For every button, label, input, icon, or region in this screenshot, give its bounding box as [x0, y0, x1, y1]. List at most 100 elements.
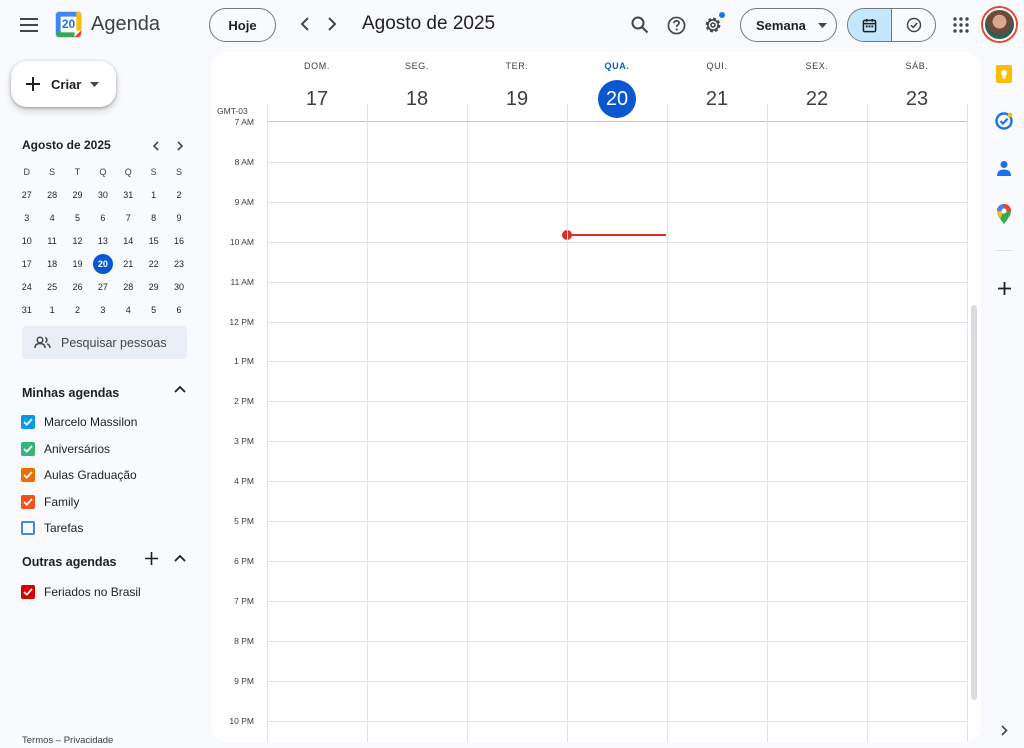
mini-calendar-day[interactable]: 19 [65, 252, 90, 275]
mini-calendar-day[interactable]: 30 [90, 183, 115, 206]
mini-calendar-day[interactable]: 23 [166, 252, 191, 275]
mini-calendar-day[interactable]: 15 [141, 229, 166, 252]
mini-calendar-day[interactable]: 5 [65, 206, 90, 229]
mini-calendar-day[interactable]: 24 [14, 275, 39, 298]
mini-calendar-day[interactable]: 6 [166, 298, 191, 321]
calendar-checkbox[interactable] [21, 521, 35, 536]
collapse-side-panel-button[interactable] [992, 718, 1016, 742]
day-number[interactable]: 19 [498, 80, 536, 118]
mini-calendar-day[interactable]: 3 [90, 298, 115, 321]
day-number[interactable]: 23 [898, 80, 936, 118]
create-button[interactable]: Criar [11, 61, 116, 107]
mini-calendar-day[interactable]: 13 [90, 229, 115, 252]
mini-calendar-day[interactable]: 4 [39, 206, 64, 229]
mini-calendar-day[interactable]: 27 [90, 275, 115, 298]
mini-calendar-next-button[interactable] [171, 137, 189, 155]
mini-calendar-day[interactable]: 6 [90, 206, 115, 229]
mini-calendar-day[interactable]: 11 [39, 229, 64, 252]
add-calendar-icon[interactable] [145, 552, 158, 565]
search-button[interactable] [624, 9, 656, 41]
previous-week-button[interactable] [291, 10, 319, 38]
today-button[interactable]: Hoje [209, 8, 276, 42]
day-column-header[interactable]: DOM. 17 [267, 52, 367, 114]
mini-calendar-day[interactable]: 7 [116, 206, 141, 229]
mini-calendar-day[interactable]: 1 [141, 183, 166, 206]
day-column-header[interactable]: SEX. 22 [767, 52, 867, 114]
mini-calendar-day-label: 12 [72, 235, 83, 246]
calendar-item[interactable]: Aniversários [21, 439, 110, 459]
mini-calendar-day[interactable]: 25 [39, 275, 64, 298]
mini-calendar-day[interactable]: 9 [166, 206, 191, 229]
tasks-view-toggle[interactable] [892, 9, 935, 41]
mini-calendar-week: 31 1 2 3 4 5 6 [14, 298, 192, 321]
account-avatar[interactable] [983, 8, 1016, 41]
day-column-header[interactable]: SEG. 18 [367, 52, 467, 114]
calendar-checkbox[interactable] [21, 494, 35, 509]
mini-calendar-day[interactable]: 20 [90, 252, 115, 275]
day-column-header[interactable]: TER. 19 [467, 52, 567, 114]
mini-calendar-day[interactable]: 31 [14, 298, 39, 321]
calendar-checkbox[interactable] [21, 415, 35, 429]
mini-calendar-day[interactable]: 29 [65, 183, 90, 206]
mini-calendar-day[interactable]: 14 [116, 229, 141, 252]
get-addons-button[interactable] [992, 276, 1016, 300]
mini-calendar-day[interactable]: 28 [116, 275, 141, 298]
day-column-header[interactable]: QUA. 20 [567, 52, 667, 118]
calendar-logo[interactable]: 20 [55, 11, 82, 38]
mini-calendar-day[interactable]: 17 [14, 252, 39, 275]
mini-calendar-day[interactable]: 31 [116, 183, 141, 206]
calendar-checkbox[interactable] [21, 468, 35, 483]
calendar-item[interactable]: Marcelo Massilon [21, 412, 137, 432]
calendar-item[interactable]: Tarefas [21, 518, 83, 538]
mini-calendar-day[interactable]: 10 [14, 229, 39, 252]
tasks-icon[interactable] [992, 109, 1016, 133]
calendar-checkbox[interactable] [21, 441, 35, 456]
day-number[interactable]: 18 [398, 80, 436, 118]
day-number[interactable]: 20 [598, 80, 636, 118]
mini-calendar-day[interactable]: 28 [39, 183, 64, 206]
mini-calendar-day[interactable]: 5 [141, 298, 166, 321]
day-column-header[interactable]: QUI. 21 [667, 52, 767, 114]
day-number[interactable]: 21 [698, 80, 736, 118]
calendar-item[interactable]: Family [21, 492, 79, 512]
mini-calendar-day[interactable]: 3 [14, 206, 39, 229]
mini-calendar-day[interactable]: 16 [166, 229, 191, 252]
people-search-field[interactable]: Pesquisar pessoas [22, 326, 187, 359]
google-apps-button[interactable] [945, 9, 977, 41]
mini-calendar-day[interactable]: 2 [65, 298, 90, 321]
footer-links[interactable]: Termos – Privacidade [22, 735, 113, 746]
chevron-up-icon[interactable] [174, 554, 186, 562]
mini-calendar-day[interactable]: 2 [166, 183, 191, 206]
main-menu-button[interactable] [12, 8, 46, 42]
mini-calendar-day[interactable]: 1 [39, 298, 64, 321]
chevron-up-icon[interactable] [174, 385, 186, 393]
mini-calendar-day[interactable]: 21 [116, 252, 141, 275]
calendar-item[interactable]: Feriados no Brasil [21, 582, 141, 602]
day-number[interactable]: 17 [298, 80, 336, 118]
next-week-button[interactable] [318, 10, 346, 38]
mini-calendar-day[interactable]: 22 [141, 252, 166, 275]
mini-calendar-day[interactable]: 30 [166, 275, 191, 298]
mini-calendar-day[interactable]: 29 [141, 275, 166, 298]
help-button[interactable] [660, 9, 692, 41]
mini-calendar-prev-button[interactable] [146, 137, 164, 155]
keep-icon[interactable] [992, 62, 1016, 86]
contacts-icon[interactable] [992, 156, 1016, 180]
mini-calendar-day[interactable]: 27 [14, 183, 39, 206]
mini-calendar-day[interactable]: 26 [65, 275, 90, 298]
mini-calendar-day[interactable]: 4 [116, 298, 141, 321]
my-calendars-header[interactable]: Minhas agendas [22, 385, 192, 400]
mini-calendar-day[interactable]: 8 [141, 206, 166, 229]
scrollbar-thumb[interactable] [971, 305, 977, 700]
calendar-view-toggle[interactable] [848, 9, 892, 41]
calendar-checkbox[interactable] [21, 585, 35, 599]
settings-button[interactable] [697, 9, 729, 41]
mini-calendar-day[interactable]: 12 [65, 229, 90, 252]
mini-calendar-day[interactable]: 18 [39, 252, 64, 275]
day-column-header[interactable]: SÁB. 23 [867, 52, 967, 114]
calendar-item[interactable]: Aulas Graduação [21, 465, 137, 485]
view-selector[interactable]: Semana [740, 8, 837, 42]
other-calendars-header[interactable]: Outras agendas [22, 552, 192, 569]
day-number[interactable]: 22 [798, 80, 836, 118]
maps-icon[interactable] [992, 202, 1016, 226]
